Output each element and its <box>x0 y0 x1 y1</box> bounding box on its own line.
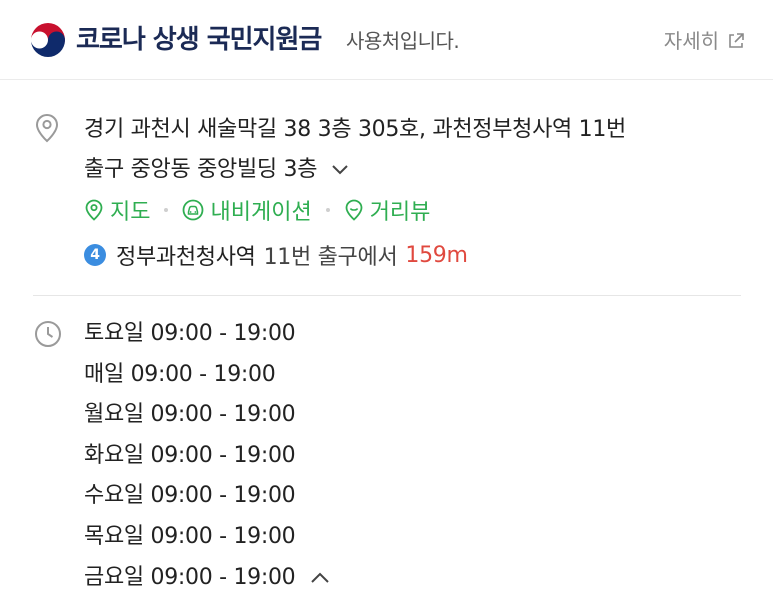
map-pin-icon <box>35 113 59 143</box>
chevron-down-icon[interactable] <box>330 163 350 177</box>
street-view-action-label: 거리뷰 <box>369 200 431 225</box>
detail-link[interactable]: 자세히 <box>664 26 745 56</box>
navigation-action[interactable]: 내비게이션 <box>182 194 312 226</box>
hours-list: 토요일 09:00 - 19:00 매일 09:00 - 19:00 월요일 0… <box>84 314 331 598</box>
separator-dot <box>325 208 330 212</box>
subway-info: 4 정부과천청사역 11번 출구에서 159m <box>84 235 468 275</box>
address-line-2-row: 출구 중앙동 중앙빌딩 3층 <box>84 150 754 190</box>
hours-item: 매일 09:00 - 19:00 <box>84 361 276 387</box>
header: 코로나 상생 국민지원금 사용처입니다. 자세히 <box>0 0 773 80</box>
hours-item: 금요일 09:00 - 19:00 <box>84 564 296 590</box>
chevron-up-icon[interactable] <box>309 571 331 585</box>
navigation-action-label: 내비게이션 <box>210 200 312 225</box>
map-action-label: 지도 <box>110 200 151 225</box>
hours-item: 화요일 09:00 - 19:00 <box>84 442 296 468</box>
korea-government-emblem-icon <box>30 22 66 58</box>
page-title: 코로나 상생 국민지원금 <box>76 25 322 55</box>
map-pin-icon <box>85 199 103 221</box>
clock-icon <box>35 321 61 347</box>
subway-station: 정부과천청사역 <box>116 245 256 270</box>
detail-label: 자세히 <box>663 29 719 53</box>
car-icon <box>183 199 204 221</box>
address-text[interactable]: 경기 과천시 새술막길 38 3층 305호, 과천정부청사역 11번 출구 중… <box>84 110 754 190</box>
hours-item: 월요일 09:00 - 19:00 <box>84 402 296 428</box>
hours-item: 수요일 09:00 - 19:00 <box>84 483 296 509</box>
hours-section: 토요일 09:00 - 19:00 매일 09:00 - 19:00 월요일 0… <box>0 296 773 606</box>
external-link-icon <box>729 33 744 48</box>
map-action[interactable]: 지도 <box>84 194 150 226</box>
page-subtitle: 사용처입니다. <box>346 29 460 53</box>
subway-line-badge: 4 <box>84 244 106 266</box>
street-view-pin-icon <box>345 199 363 221</box>
hours-item-last-row: 금요일 09:00 - 19:00 <box>84 558 331 599</box>
address-line-2: 출구 중앙동 중앙빌딩 3층 <box>84 157 318 182</box>
address-section: 경기 과천시 새술막길 38 3층 305호, 과천정부청사역 11번 출구 중… <box>0 80 773 296</box>
subway-exit: 11번 출구에서 <box>263 245 398 270</box>
separator-dot <box>164 208 169 212</box>
address-line-1: 경기 과천시 새술막길 38 3층 305호, 과천정부청사역 11번 <box>84 117 626 142</box>
subway-distance: 159m <box>405 242 468 268</box>
action-bar: 지도 내비게이션 거리뷰 <box>84 190 430 230</box>
street-view-action[interactable]: 거리뷰 <box>344 194 431 226</box>
hours-item: 목요일 09:00 - 19:00 <box>84 523 296 549</box>
hours-item: 토요일 09:00 - 19:00 <box>84 321 296 346</box>
